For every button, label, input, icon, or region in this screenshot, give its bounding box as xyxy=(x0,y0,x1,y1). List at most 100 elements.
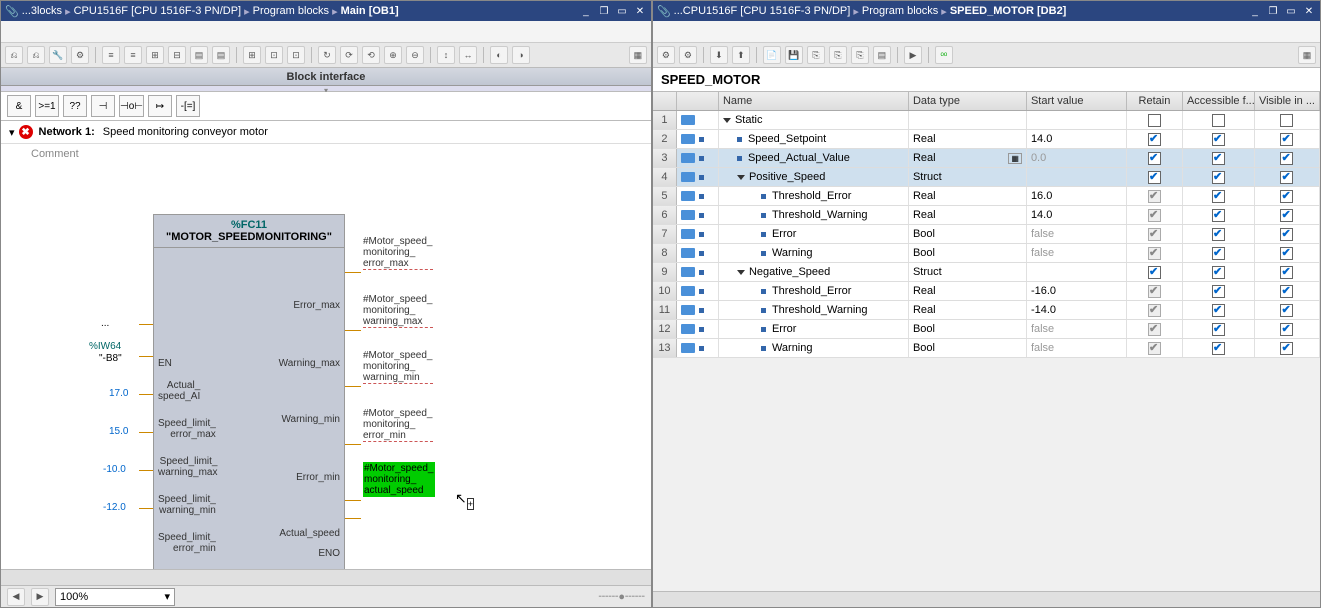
tag-out-actual-speed[interactable]: #Motor_speed_ monitoring_ actual_speed xyxy=(363,462,435,497)
tool-btn[interactable]: ⬆ xyxy=(732,46,750,64)
table-row[interactable]: 10 Threshold_ErrorReal-16.0 xyxy=(653,282,1320,301)
fc-block[interactable]: %FC11 "MOTOR_SPEEDMONITORING" Error_max … xyxy=(153,214,345,569)
tool-btn[interactable]: ⊕ xyxy=(384,46,402,64)
ladder-box-btn[interactable]: -[=] xyxy=(176,95,200,117)
tool-btn[interactable]: ⊡ xyxy=(265,46,283,64)
ladder-editor[interactable]: ▾ ✖ Network 1: Speed monitoring conveyor… xyxy=(1,121,651,569)
table-row[interactable]: 11 Threshold_WarningReal-14.0 xyxy=(653,301,1320,320)
network-desc[interactable]: Speed monitoring conveyor motor xyxy=(103,126,268,138)
db-grid[interactable]: Name Data type Start value Retain Access… xyxy=(653,92,1320,591)
table-row[interactable]: 5 Threshold_ErrorReal16.0 xyxy=(653,187,1320,206)
zoom-slider[interactable]: ╌╌╌●╌╌╌ xyxy=(599,590,645,603)
tag-out-errmin[interactable]: #Motor_speed_ monitoring_ error_min xyxy=(363,408,433,442)
nav-next-btn[interactable]: ▶ xyxy=(31,588,49,606)
tool-btn[interactable]: ⊡ xyxy=(287,46,305,64)
tool-btn[interactable]: ⎘ xyxy=(807,46,825,64)
zoom-select[interactable]: 100%▾ xyxy=(55,588,175,606)
tool-btn[interactable]: ▦ xyxy=(1298,46,1316,64)
val-n12[interactable]: -12.0 xyxy=(103,502,126,513)
tool-btn[interactable]: ▤ xyxy=(190,46,208,64)
tool-btn[interactable]: ⊞ xyxy=(146,46,164,64)
tool-btn[interactable]: 📄 xyxy=(763,46,781,64)
table-row[interactable]: 1Static xyxy=(653,111,1320,130)
tool-btn[interactable]: ⊟ xyxy=(168,46,186,64)
tool-btn[interactable]: ≡ xyxy=(124,46,142,64)
tool-btn[interactable]: ≡ xyxy=(102,46,120,64)
table-row[interactable]: 13 WarningBoolfalse xyxy=(653,339,1320,358)
ladder-or-btn[interactable]: >=1 xyxy=(35,95,59,117)
tool-btn[interactable]: ↻ xyxy=(318,46,336,64)
titlebar-right: 📎 ...CPU1516F [CPU 1516F-3 PN/DP]▸ Progr… xyxy=(653,1,1320,21)
tool-btn[interactable]: ᵒᵒ xyxy=(935,46,953,64)
maximize-button[interactable]: ▭ xyxy=(1284,4,1298,18)
tool-btn[interactable]: ⊞ xyxy=(243,46,261,64)
table-row[interactable]: 3 Speed_Actual_ValueReal▦0.0 xyxy=(653,149,1320,168)
tag-icon xyxy=(681,324,695,334)
tag-icon xyxy=(681,343,695,353)
tool-btn[interactable]: ◑ xyxy=(512,46,530,64)
tool-btn[interactable]: ▤ xyxy=(212,46,230,64)
h-scrollbar-right[interactable] xyxy=(653,591,1320,607)
block-interface-header[interactable]: Block interface xyxy=(1,68,651,86)
table-row[interactable]: 9 Negative_SpeedStruct xyxy=(653,263,1320,282)
tool-btn[interactable]: ⟳ xyxy=(340,46,358,64)
tool-btn[interactable]: 💾 xyxy=(785,46,803,64)
val-iw64[interactable]: %IW64 xyxy=(89,341,121,352)
dropdown-icon: ▾ xyxy=(164,590,170,603)
tool-btn[interactable]: ▶ xyxy=(904,46,922,64)
tool-btn[interactable]: ◐ xyxy=(490,46,508,64)
pin-in-en: EN xyxy=(158,358,172,369)
nav-prev-btn[interactable]: ◀ xyxy=(7,588,25,606)
tool-btn[interactable]: ⚙ xyxy=(71,46,89,64)
minimize-button[interactable]: _ xyxy=(1248,4,1262,18)
tool-btn[interactable]: ↕ xyxy=(437,46,455,64)
tool-btn[interactable]: ↔ xyxy=(459,46,477,64)
tool-btn[interactable]: ▤ xyxy=(873,46,891,64)
restore-button[interactable]: ❐ xyxy=(597,4,611,18)
maximize-button[interactable]: ▭ xyxy=(615,4,629,18)
table-row[interactable]: 7 ErrorBoolfalse xyxy=(653,225,1320,244)
table-row[interactable]: 4 Positive_SpeedStruct xyxy=(653,168,1320,187)
ladder-empty-btn[interactable]: ?? xyxy=(63,95,87,117)
table-row[interactable]: 12 ErrorBoolfalse xyxy=(653,320,1320,339)
ladder-and-btn[interactable]: & xyxy=(7,95,31,117)
val-n10[interactable]: -10.0 xyxy=(103,464,126,475)
tool-btn[interactable]: ⚙ xyxy=(679,46,697,64)
minimize-button[interactable]: _ xyxy=(579,4,593,18)
close-button[interactable]: ✕ xyxy=(633,4,647,18)
restore-button[interactable]: ❐ xyxy=(1266,4,1280,18)
network-expand-icon[interactable]: ▾ xyxy=(9,126,15,139)
network-title[interactable]: Network 1: xyxy=(39,126,95,138)
tool-btn[interactable]: 🔧 xyxy=(49,46,67,64)
fc-id: %FC11 xyxy=(158,219,340,231)
tool-btn[interactable]: ⎘ xyxy=(851,46,869,64)
val-b8[interactable]: "-B8" xyxy=(99,353,122,364)
pin-warning-min: Warning_min xyxy=(281,414,340,425)
close-button[interactable]: ✕ xyxy=(1302,4,1316,18)
tool-btn[interactable]: ▦ xyxy=(629,46,647,64)
tool-btn[interactable]: ⊖ xyxy=(406,46,424,64)
tool-btn[interactable]: ⎘ xyxy=(829,46,847,64)
ladder-ncontact-btn[interactable]: ⊣o⊢ xyxy=(119,95,144,117)
pin-in-warnmax: Speed_limit_ warning_max xyxy=(158,456,217,478)
table-row[interactable]: 2 Speed_SetpointReal14.0 xyxy=(653,130,1320,149)
table-row[interactable]: 8 WarningBoolfalse xyxy=(653,244,1320,263)
tag-out-errmax[interactable]: #Motor_speed_ monitoring_ error_max xyxy=(363,236,433,270)
val-en[interactable]: ... xyxy=(101,318,109,329)
ladder-coil-btn[interactable]: ↦ xyxy=(148,95,172,117)
tool-btn[interactable]: ⎌ xyxy=(5,46,23,64)
val-15[interactable]: 15.0 xyxy=(109,426,128,437)
tool-btn[interactable]: ⬇ xyxy=(710,46,728,64)
breadcrumb-left[interactable]: 📎 ...3locks▸ CPU1516F [CPU 1516F-3 PN/DP… xyxy=(5,5,399,18)
val-17[interactable]: 17.0 xyxy=(109,388,128,399)
tool-btn[interactable]: ⎌ xyxy=(27,46,45,64)
h-scrollbar-left[interactable] xyxy=(1,569,651,585)
tool-btn[interactable]: ⟲ xyxy=(362,46,380,64)
tag-out-warnmin[interactable]: #Motor_speed_ monitoring_ warning_min xyxy=(363,350,433,384)
table-row[interactable]: 6 Threshold_WarningReal14.0 xyxy=(653,206,1320,225)
tool-btn[interactable]: ⚙ xyxy=(657,46,675,64)
tag-out-warnmax[interactable]: #Motor_speed_ monitoring_ warning_max xyxy=(363,294,433,328)
breadcrumb-right[interactable]: 📎 ...CPU1516F [CPU 1516F-3 PN/DP]▸ Progr… xyxy=(657,5,1066,18)
network-comment[interactable]: Comment xyxy=(1,144,651,164)
ladder-contact-btn[interactable]: ⊣ xyxy=(91,95,115,117)
